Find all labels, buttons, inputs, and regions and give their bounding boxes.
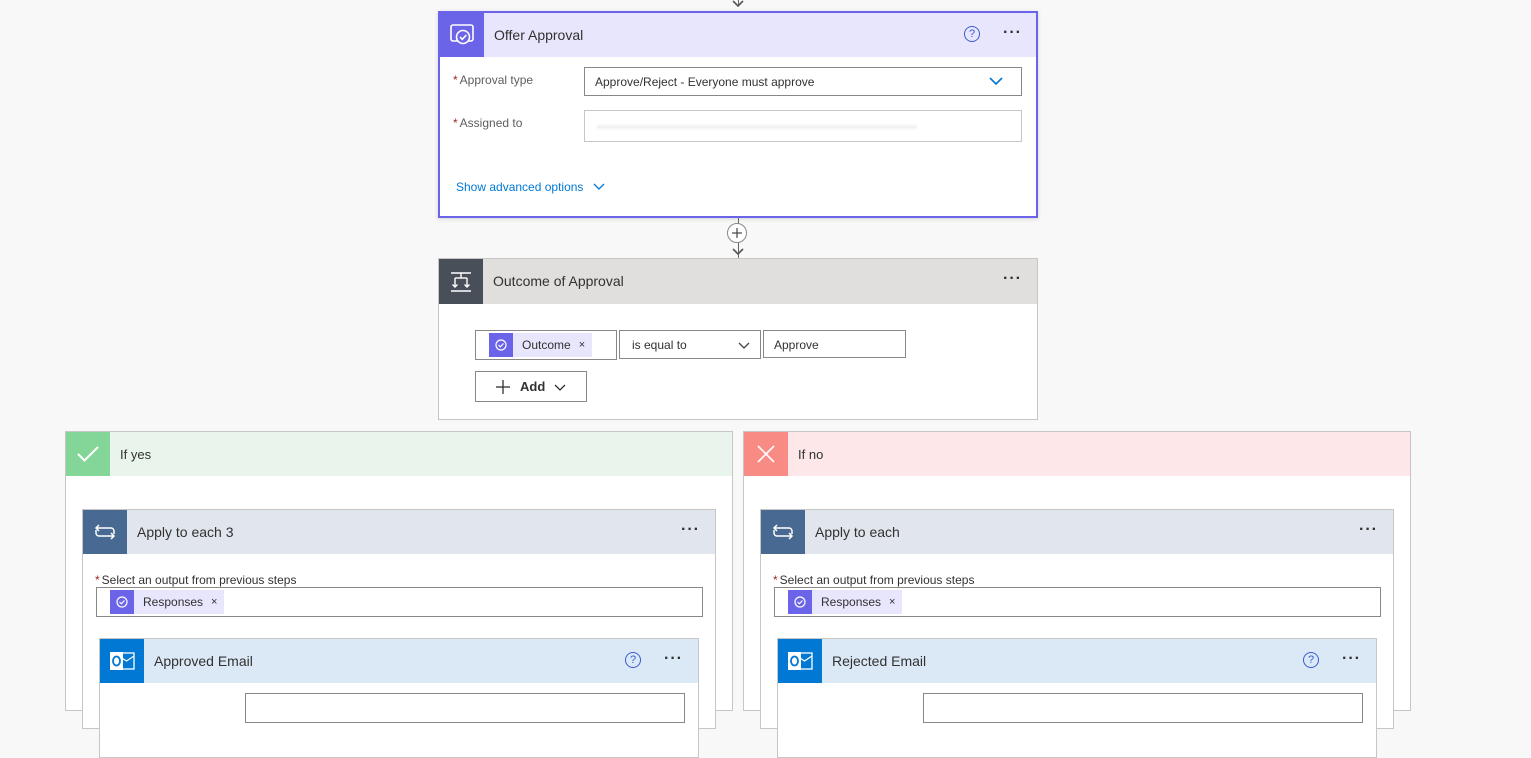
chevron-down-icon [593,183,605,190]
approval-type-value: Approve/Reject - Everyone must approve [595,75,815,89]
responses-token[interactable]: Responses × [110,590,225,614]
approval-icon [489,333,513,357]
close-icon[interactable]: × [889,596,902,608]
branch-header[interactable]: If yes [66,432,732,476]
assigned-to-field[interactable] [584,110,1022,142]
card-title: Apply to each 3 [137,524,234,540]
card-header[interactable]: Outcome of Approval ··· [439,259,1037,304]
close-icon[interactable]: × [579,339,592,351]
token-label: Responses [821,595,882,609]
chevron-down-icon [738,342,750,349]
condition-value: Approve [774,338,819,352]
branch-title: If yes [120,447,152,462]
more-options-icon[interactable]: ··· [664,651,683,667]
help-icon[interactable]: ? [625,652,641,668]
select-output-field[interactable]: Responses × [774,587,1381,617]
close-icon[interactable]: × [211,596,224,608]
email-field[interactable] [923,693,1363,723]
card-header[interactable]: Apply to each 3 ··· [83,510,715,554]
condition-card[interactable]: Outcome of Approval ··· Outcome × is equ… [438,258,1038,420]
email-field[interactable] [245,693,685,723]
add-condition-button[interactable]: Add [475,371,587,402]
card-header[interactable]: Offer Approval ? ··· [440,13,1036,57]
apply-to-each-card[interactable]: Apply to each 3 ··· * Select an output fr… [82,509,716,758]
if-no-branch: If no Apply to each ··· * Select an outpu… [743,431,1411,758]
select-output-label: * Select an output from previous steps [773,573,975,587]
outlook-icon [100,639,144,683]
approval-icon [788,590,812,614]
more-options-icon[interactable]: ··· [1003,271,1022,287]
assigned-to-label: * Assigned to [453,116,523,130]
token-label: Responses [143,595,204,609]
close-icon [744,432,788,476]
arrow-down-icon [732,0,744,8]
outlook-icon [778,639,822,683]
card-header[interactable]: Approved Email ? ··· [100,639,698,683]
chevron-down-icon [989,77,1003,86]
card-title: Offer Approval [494,27,584,43]
loop-icon [83,510,127,554]
select-output-label: * Select an output from previous steps [95,573,297,587]
more-options-icon[interactable]: ··· [1003,25,1022,41]
card-header[interactable]: Rejected Email ? ··· [778,639,1376,683]
branch-header[interactable]: If no [744,432,1410,476]
responses-token[interactable]: Responses × [788,590,903,614]
card-title: Outcome of Approval [493,273,624,289]
help-icon[interactable]: ? [964,26,980,42]
show-advanced-options-link[interactable]: Show advanced options [456,180,605,194]
operator-value: is equal to [632,338,687,352]
approval-icon [440,13,484,57]
approval-icon [110,590,134,614]
approval-type-dropdown[interactable]: Approve/Reject - Everyone must approve [584,67,1022,96]
add-label: Add [520,379,546,394]
token-label: Outcome [522,338,571,352]
card-title: Rejected Email [832,653,927,669]
card-header[interactable]: Apply to each ··· [761,510,1393,554]
condition-operator-dropdown[interactable]: is equal to [619,330,761,359]
arrow-down-icon [732,248,744,256]
if-yes-branch: If yes Apply to each 3 ··· * Select an ou… [65,431,733,758]
redacted-value [597,125,917,129]
outcome-token[interactable]: Outcome × [489,333,593,357]
approved-email-card[interactable]: Approved Email ? ··· [99,638,699,758]
card-title: Apply to each [815,524,900,540]
condition-right-operand[interactable]: Approve [763,330,906,358]
select-output-field[interactable]: Responses × [96,587,703,617]
approval-type-label: * Approval type [453,73,534,87]
branch-title: If no [798,447,824,462]
apply-to-each-card[interactable]: Apply to each ··· * Select an output from… [760,509,1394,758]
card-title: Approved Email [154,653,253,669]
more-options-icon[interactable]: ··· [1359,522,1378,538]
more-options-icon[interactable]: ··· [681,522,700,538]
check-icon [66,432,110,476]
loop-icon [761,510,805,554]
insert-step-button[interactable] [727,223,747,243]
plus-icon [732,228,742,238]
condition-icon [439,259,483,304]
rejected-email-card[interactable]: Rejected Email ? ··· [777,638,1377,758]
chevron-down-icon [554,384,566,391]
offer-approval-card[interactable]: Offer Approval ? ··· * Approval type Appr… [438,11,1038,218]
more-options-icon[interactable]: ··· [1342,651,1361,667]
help-icon[interactable]: ? [1303,652,1319,668]
condition-left-operand[interactable]: Outcome × [475,330,617,360]
plus-icon [496,380,510,394]
